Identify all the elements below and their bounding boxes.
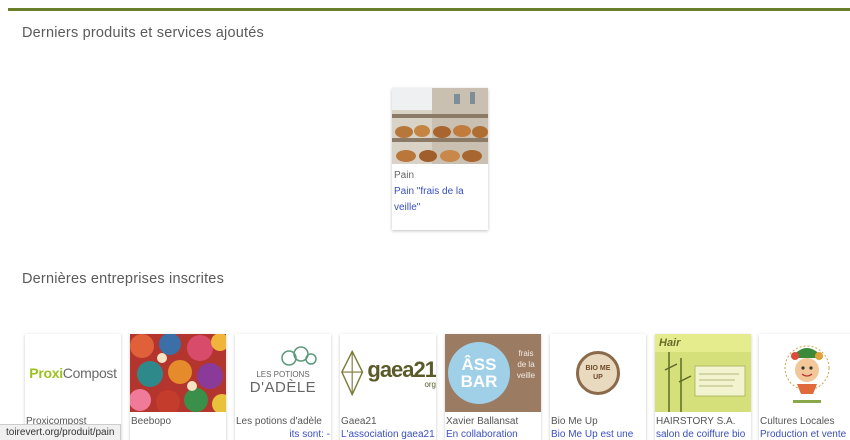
company-card-beebopo[interactable]: Beebopo: [130, 334, 226, 440]
company-name: Les potions d'adèle: [236, 416, 322, 427]
company-name: Xavier Ballansat: [446, 416, 519, 427]
company-card-potions-adele[interactable]: LES POTIONS D'ADÈLE Les potions d'adèle …: [235, 334, 331, 440]
hair-logo-text: Hair: [659, 337, 681, 349]
company-desc[interactable]: En collaboration: [445, 427, 541, 440]
company-logo-cultures-locales[interactable]: [759, 334, 850, 412]
company-logo-gaea21[interactable]: gaea21 org: [340, 334, 436, 412]
potions-logo-line1: LES POTIONS: [256, 370, 310, 379]
content-frame: Derniers produits et services ajoutés Pa…: [8, 8, 850, 440]
company-card-gaea21[interactable]: gaea21 org Gaea21 L'association gaea21: [340, 334, 436, 440]
xb-logo-line1: ÂSS: [461, 355, 497, 374]
company-desc[interactable]: Production et vente: [759, 427, 850, 440]
company-card-cultures-locales[interactable]: Cultures Locales Production et vente: [759, 334, 850, 440]
company-desc[interactable]: Bio Me Up est une: [550, 427, 646, 440]
company-logo-potions-adele[interactable]: LES POTIONS D'ADÈLE: [235, 334, 331, 412]
potion-bubbles-icon: [281, 346, 317, 366]
bamboo-icon: [655, 352, 751, 412]
company-desc[interactable]: its sont: -: [235, 427, 331, 440]
company-logo-xavier-ballansat[interactable]: ÂSS BAR frais de la veille: [445, 334, 541, 412]
company-logo-proxicompost[interactable]: ProxiCompost: [25, 334, 121, 412]
xb-logo-tagline: frais de la veille: [516, 349, 536, 380]
company-name: Beebopo: [131, 416, 172, 427]
company-name: Cultures Locales: [760, 416, 835, 427]
browser-status-url: toirevert.org/produit/pain: [0, 424, 122, 440]
proxi-logo-part1: Proxi: [29, 365, 63, 381]
product-title-line2[interactable]: veille": [394, 202, 420, 213]
product-title-line1[interactable]: Pain "frais de la: [394, 186, 464, 197]
company-logo-bio-me-up[interactable]: BIO ME UP: [550, 334, 646, 412]
gaea-triangle-icon: [341, 349, 364, 397]
xb-logo-line2: BAR: [460, 372, 498, 391]
potions-logo-line2: D'ADÈLE: [249, 379, 317, 396]
section-title-companies: Dernières entreprises inscrites: [22, 271, 225, 287]
product-image-pain[interactable]: [392, 88, 488, 164]
proxi-logo-part2: Compost: [62, 365, 117, 381]
xb-logo-circle: ÂSS BAR: [448, 342, 510, 404]
product-card-pain[interactable]: Pain Pain "frais de la veille": [392, 88, 488, 230]
product-category: Pain: [394, 170, 415, 181]
company-name: HAIRSTORY S.A.: [656, 416, 736, 427]
biomeup-logo-circle: BIO ME UP: [576, 351, 620, 395]
company-desc[interactable]: L'association gaea21: [340, 427, 436, 440]
section-title-products: Derniers produits et services ajoutés: [22, 25, 264, 41]
company-card-xavier-ballansat[interactable]: ÂSS BAR frais de la veille Xavier Ballan…: [445, 334, 541, 440]
company-card-hairstory[interactable]: Hair HAIRSTORY S.A. salon de coiffure bi…: [655, 334, 751, 440]
company-logo-beebopo[interactable]: [130, 334, 226, 412]
company-name: Bio Me Up: [551, 416, 598, 427]
company-card-bio-me-up[interactable]: BIO ME UP Bio Me Up Bio Me Up est une: [550, 334, 646, 440]
company-logo-hairstory[interactable]: Hair: [655, 334, 751, 412]
company-name: Gaea21: [341, 416, 377, 427]
biomeup-logo-text: BIO ME UP: [585, 365, 611, 381]
company-desc[interactable]: [130, 427, 226, 429]
product-title-link[interactable]: Pain "frais de la veille": [392, 181, 488, 216]
company-desc[interactable]: salon de coiffure bio: [655, 427, 751, 440]
